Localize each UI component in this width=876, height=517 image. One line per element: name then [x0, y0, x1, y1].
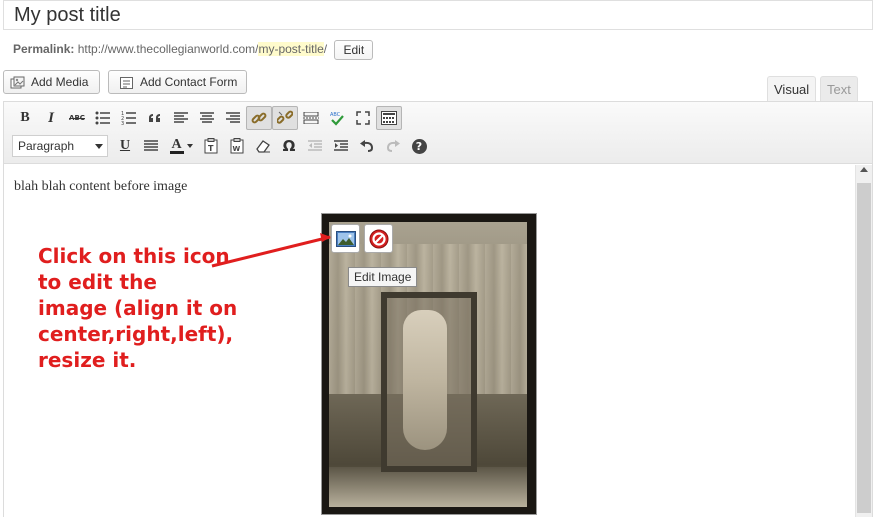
editor-scrollbar[interactable]	[855, 165, 872, 517]
color-dropdown-icon	[186, 144, 193, 148]
svg-text:W: W	[233, 145, 241, 153]
insert-more-button[interactable]	[298, 106, 324, 130]
bold-button[interactable]: B	[12, 106, 38, 130]
bold-glyph: B	[20, 110, 30, 125]
edit-image-button[interactable]	[331, 224, 360, 253]
undo-icon	[360, 140, 374, 152]
eraser-icon	[256, 140, 270, 153]
add-contact-form-label: Add Contact Form	[140, 75, 238, 89]
align-left-button[interactable]	[168, 106, 194, 130]
italic-button[interactable]: I	[38, 106, 64, 130]
underline-button[interactable]: U	[112, 134, 138, 158]
underline-glyph: U	[119, 138, 131, 153]
special-character-button[interactable]: Ω	[276, 134, 302, 158]
permalink-trailing: /	[323, 42, 328, 56]
photo-inner	[329, 222, 527, 507]
delete-image-button[interactable]	[364, 224, 393, 253]
paste-word-button[interactable]: W	[224, 134, 250, 158]
strikethrough-button[interactable]: ABC	[64, 106, 90, 130]
svg-text:T: T	[208, 144, 214, 153]
permalink-slug[interactable]: my-post-title	[258, 42, 324, 56]
add-contact-form-button[interactable]: Add Contact Form	[108, 70, 247, 94]
redo-icon	[386, 140, 400, 152]
align-left-icon	[174, 112, 188, 123]
omega-glyph: Ω	[282, 137, 296, 155]
help-button[interactable]: ?	[406, 134, 432, 158]
fullscreen-button[interactable]	[350, 106, 376, 130]
embedded-image[interactable]	[321, 213, 537, 515]
align-right-button[interactable]	[220, 106, 246, 130]
insert-link-button[interactable]	[246, 106, 272, 130]
photo-figure	[403, 310, 447, 450]
format-select-value: Paragraph	[18, 139, 75, 153]
text-color-glyph: A	[171, 136, 182, 152]
align-center-button[interactable]	[194, 106, 220, 130]
align-justify-icon	[144, 140, 158, 151]
indent-button[interactable]	[328, 134, 354, 158]
contact-form-icon	[119, 75, 135, 89]
blockquote-icon	[149, 114, 160, 122]
read-more-icon	[303, 112, 319, 124]
redo-button[interactable]	[380, 134, 406, 158]
unlink-icon	[277, 110, 293, 124]
add-media-button[interactable]: Add Media	[3, 70, 100, 94]
chevron-down-icon	[95, 144, 103, 149]
delete-image-icon	[369, 229, 388, 248]
scroll-up-icon[interactable]	[860, 167, 868, 172]
edit-image-tooltip: Edit Image	[348, 267, 418, 287]
bulleted-list-button[interactable]	[90, 106, 116, 130]
blockquote-button[interactable]	[142, 106, 168, 130]
strikethrough-glyph: ABC	[69, 114, 85, 122]
remove-link-button[interactable]	[272, 106, 298, 130]
edit-image-icon	[335, 230, 356, 247]
spellcheck-icon: ABC	[330, 112, 344, 126]
link-icon	[251, 112, 267, 124]
spellcheck-button[interactable]: ABC	[324, 106, 350, 130]
bulleted-list-icon	[95, 111, 110, 125]
tab-text[interactable]: Text	[820, 76, 858, 102]
italic-glyph: I	[48, 109, 54, 126]
undo-button[interactable]	[354, 134, 380, 158]
help-glyph: ?	[415, 139, 423, 153]
format-select[interactable]: Paragraph	[12, 135, 108, 157]
text-color-icon: A	[169, 136, 184, 154]
toolbar-row-1: B I ABC 123 ABC	[12, 105, 402, 131]
permalink-label: Permalink:	[13, 42, 75, 56]
kitchen-sink-icon	[381, 111, 397, 125]
permalink-edit-button[interactable]: Edit	[334, 39, 374, 60]
permalink-row: Permalink: http://www.thecollegianworld.…	[13, 38, 374, 60]
toolbar-toggle-button[interactable]	[376, 106, 402, 130]
indent-icon	[334, 140, 348, 151]
permalink-base-url: http://www.thecollegianworld.com/	[77, 42, 259, 56]
paste-text-button[interactable]: T	[198, 134, 224, 158]
content-paragraph: blah blah content before image	[14, 179, 188, 194]
annotation-text: Click on this icon to edit the image (al…	[38, 244, 238, 372]
outdent-button[interactable]	[302, 134, 328, 158]
paste-text-icon: T	[204, 138, 218, 154]
align-right-icon	[226, 112, 240, 123]
svg-text:3: 3	[121, 121, 124, 125]
numbered-list-button[interactable]: 123	[116, 106, 142, 130]
toolbar-row-2: Paragraph U A T W Ω ?	[12, 133, 432, 159]
scroll-thumb[interactable]	[857, 183, 871, 513]
fullscreen-icon	[356, 111, 370, 125]
clear-formatting-button[interactable]	[250, 134, 276, 158]
numbered-list-icon: 123	[121, 111, 136, 125]
post-title-input[interactable]: My post title	[3, 0, 873, 30]
add-media-label: Add Media	[31, 75, 89, 89]
help-icon: ?	[411, 138, 427, 154]
align-center-icon	[200, 112, 214, 123]
svg-text:ABC: ABC	[330, 112, 341, 118]
outdent-icon	[308, 140, 322, 151]
tab-visual[interactable]: Visual	[767, 76, 817, 102]
editor-toolbar: B I ABC 123 ABC Paragraph U A T W Ω ?	[4, 102, 872, 164]
paste-word-icon: W	[230, 138, 244, 154]
add-media-icon	[10, 75, 26, 89]
text-color-button[interactable]: A	[164, 134, 198, 158]
justify-button[interactable]	[138, 134, 164, 158]
